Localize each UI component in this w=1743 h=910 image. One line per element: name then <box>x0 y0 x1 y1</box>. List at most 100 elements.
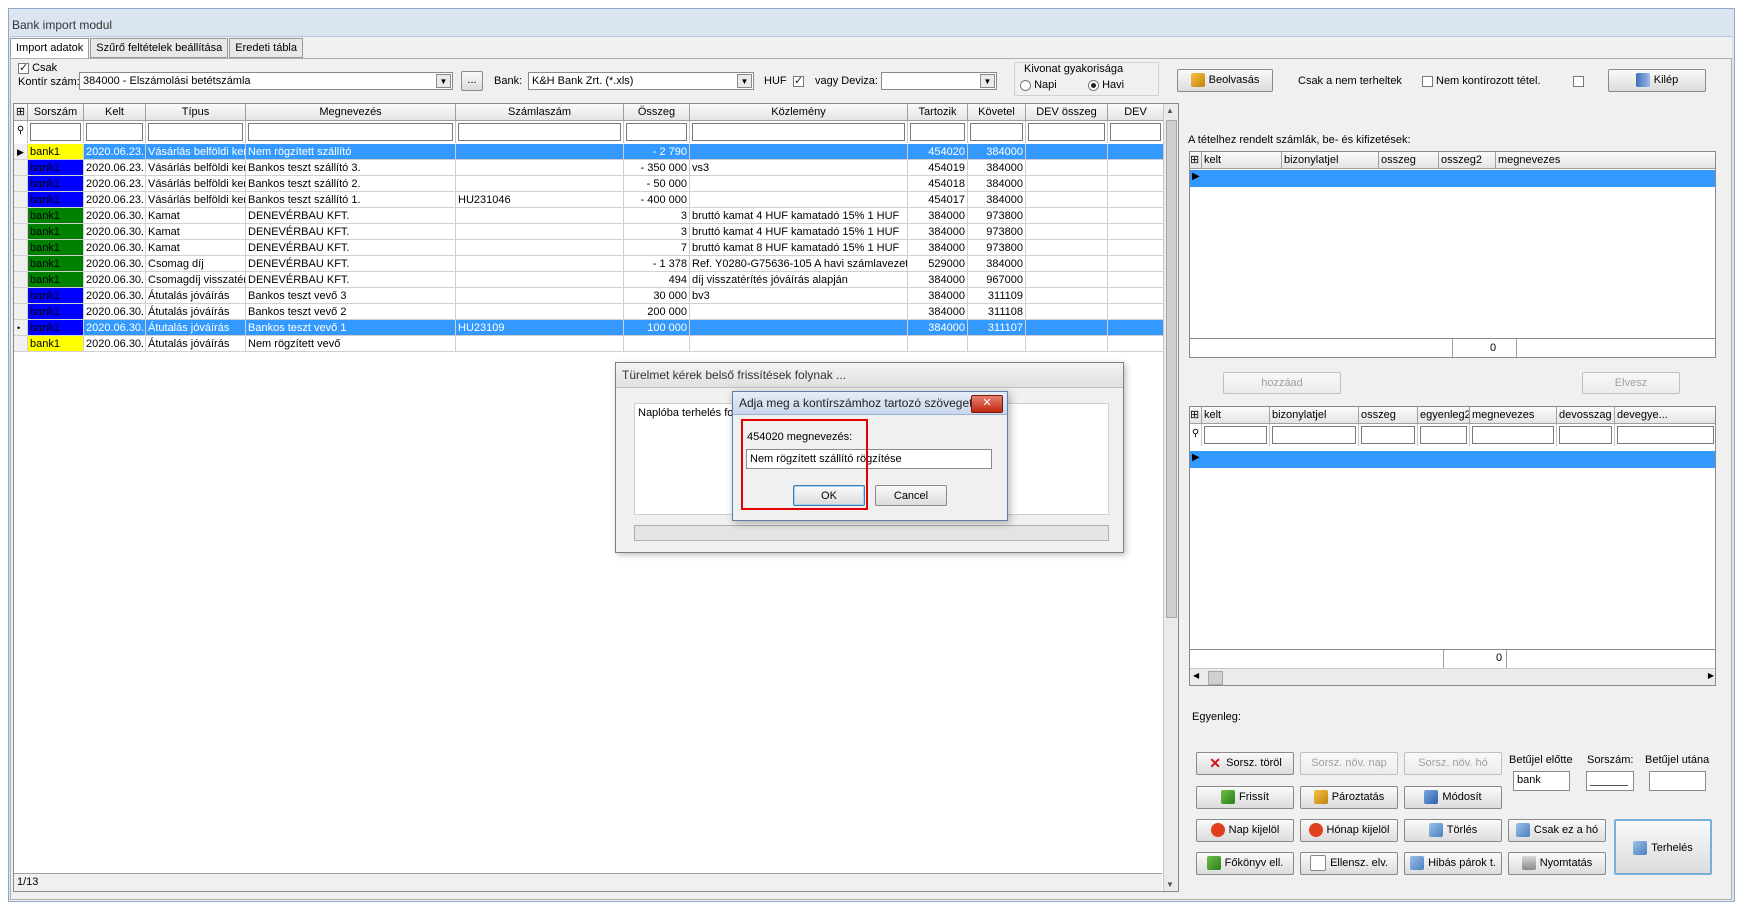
table-cell[interactable] <box>1026 160 1108 176</box>
table-cell[interactable]: - 50 000 <box>624 176 690 192</box>
table-cell[interactable]: 2020.06.30. <box>84 208 146 224</box>
row-indicator[interactable] <box>14 288 28 304</box>
table-cell[interactable]: - 400 000 <box>624 192 690 208</box>
table-cell[interactable]: HU231046 <box>456 192 624 208</box>
table-cell[interactable]: bank1 <box>28 288 84 304</box>
table-cell[interactable]: Vásárlás belföldi kere <box>146 160 246 176</box>
table-cell[interactable]: Csomagdíj visszatéri <box>146 272 246 288</box>
table-cell[interactable]: 384000 <box>908 288 968 304</box>
row-indicator[interactable] <box>14 336 28 352</box>
table-cell[interactable]: 2020.06.23. <box>84 144 146 160</box>
scroll-up-icon[interactable]: ▲ <box>1166 106 1174 115</box>
paroztatas-button[interactable]: Pároztatás <box>1300 786 1398 809</box>
row-indicator[interactable] <box>14 304 28 320</box>
row-indicator[interactable]: ▶ <box>14 144 28 160</box>
ellensz-button[interactable]: Ellensz. elv. <box>1300 852 1398 875</box>
column-filter-input[interactable] <box>1270 424 1359 446</box>
table-cell[interactable]: 3 <box>624 224 690 240</box>
payments-grid-selected-row[interactable] <box>1190 451 1715 468</box>
table-cell[interactable]: 2020.06.30. <box>84 272 146 288</box>
table-cell[interactable] <box>1108 272 1164 288</box>
table-cell[interactable] <box>456 336 624 352</box>
table-cell[interactable]: 384000 <box>968 144 1026 160</box>
table-cell[interactable]: bruttó kamat 8 HUF kamatadó 15% 1 HUF <box>690 240 908 256</box>
table-cell[interactable]: 2020.06.23. <box>84 176 146 192</box>
column-header[interactable]: Sorszám <box>28 104 84 121</box>
table-cell[interactable]: Bankos teszt vevő 1 <box>246 320 456 336</box>
table-cell[interactable] <box>456 224 624 240</box>
table-cell[interactable]: Vásárlás belföldi kere <box>146 176 246 192</box>
table-cell[interactable] <box>1026 288 1108 304</box>
row-indicator[interactable] <box>14 176 28 192</box>
kontir-browse-button[interactable]: ... <box>461 71 483 91</box>
table-cell[interactable] <box>1108 304 1164 320</box>
table-cell[interactable] <box>690 336 908 352</box>
table-cell[interactable]: 973800 <box>968 240 1026 256</box>
table-cell[interactable]: Bankos teszt szállító 2. <box>246 176 456 192</box>
nap-kijelol-button[interactable]: Nap kijelöl <box>1196 819 1294 842</box>
column-filter-input[interactable] <box>968 121 1026 143</box>
table-cell[interactable] <box>1026 208 1108 224</box>
table-cell[interactable]: 2020.06.30. <box>84 224 146 240</box>
table-cell[interactable]: 973800 <box>968 224 1026 240</box>
table-cell[interactable] <box>624 336 690 352</box>
table-cell[interactable] <box>1108 176 1164 192</box>
table-cell[interactable] <box>968 336 1026 352</box>
table-cell[interactable]: bank1 <box>28 272 84 288</box>
terheles-button[interactable]: Terhelés <box>1614 819 1712 875</box>
column-filter-input[interactable] <box>246 121 456 143</box>
table-cell[interactable] <box>1026 304 1108 320</box>
table-cell[interactable]: 2020.06.30. <box>84 256 146 272</box>
row-indicator[interactable] <box>14 208 28 224</box>
table-cell[interactable]: 100 000 <box>624 320 690 336</box>
table-cell[interactable] <box>690 304 908 320</box>
table-cell[interactable]: 2020.06.30. <box>84 336 146 352</box>
table-cell[interactable]: 384000 <box>968 160 1026 176</box>
column-header[interactable]: bizonylatjel <box>1270 407 1359 424</box>
column-header[interactable]: megnevezes <box>1496 152 1715 169</box>
row-indicator[interactable] <box>14 192 28 208</box>
table-cell[interactable] <box>1108 208 1164 224</box>
table-cell[interactable]: vs3 <box>690 160 908 176</box>
table-cell[interactable]: bank1 <box>28 224 84 240</box>
table-cell[interactable] <box>1108 336 1164 352</box>
table-cell[interactable] <box>690 176 908 192</box>
column-header[interactable]: osszeg2 <box>1439 152 1496 169</box>
table-cell[interactable]: 311107 <box>968 320 1026 336</box>
table-cell[interactable]: Nem rögzített vevő <box>246 336 456 352</box>
table-cell[interactable]: 2020.06.23. <box>84 192 146 208</box>
column-filter-input[interactable] <box>1615 424 1715 446</box>
table-cell[interactable] <box>1108 320 1164 336</box>
table-cell[interactable]: DENEVÉRBAU KFT. <box>246 256 456 272</box>
table-cell[interactable]: Kamat <box>146 240 246 256</box>
linked-invoices-grid[interactable]: ⊞ kelt bizonylatjel osszeg osszeg2 megnevezes… <box>1189 151 1716 358</box>
table-cell[interactable]: 7 <box>624 240 690 256</box>
linked-grid-selected-row[interactable] <box>1190 170 1715 187</box>
table-cell[interactable]: 973800 <box>968 208 1026 224</box>
table-cell[interactable] <box>1026 256 1108 272</box>
table-cell[interactable]: Átutalás jóváírás <box>146 304 246 320</box>
table-cell[interactable] <box>1026 176 1108 192</box>
scroll-left-icon[interactable]: ◀ <box>1193 671 1199 680</box>
frissit-button[interactable]: Frissít <box>1196 786 1294 809</box>
table-cell[interactable]: Csomag díj <box>146 256 246 272</box>
table-cell[interactable] <box>1108 288 1164 304</box>
table-cell[interactable] <box>1026 240 1108 256</box>
table-cell[interactable]: bruttó kamat 4 HUF kamatadó 15% 1 HUF <box>690 224 908 240</box>
table-cell[interactable]: 454017 <box>908 192 968 208</box>
betujel-elotte-input[interactable]: bank <box>1513 771 1570 791</box>
table-cell[interactable]: - 2 790 <box>624 144 690 160</box>
table-cell[interactable]: Vásárlás belföldi kere <box>146 144 246 160</box>
freq-havi-option[interactable]: Havi <box>1088 79 1124 91</box>
hibas-parok-button[interactable]: Hibás párok t. <box>1404 852 1502 875</box>
column-filter-input[interactable] <box>456 121 624 143</box>
table-cell[interactable]: 967000 <box>968 272 1026 288</box>
table-cell[interactable] <box>1026 192 1108 208</box>
table-cell[interactable] <box>1108 192 1164 208</box>
table-cell[interactable] <box>690 192 908 208</box>
sorsz-nov-ho-button[interactable]: Sorsz. növ. hó <box>1404 752 1502 775</box>
table-cell[interactable]: 529000 <box>908 256 968 272</box>
column-header[interactable]: kelt <box>1202 407 1270 424</box>
table-cell[interactable]: Kamat <box>146 224 246 240</box>
column-header[interactable]: Számlaszám <box>456 104 624 121</box>
